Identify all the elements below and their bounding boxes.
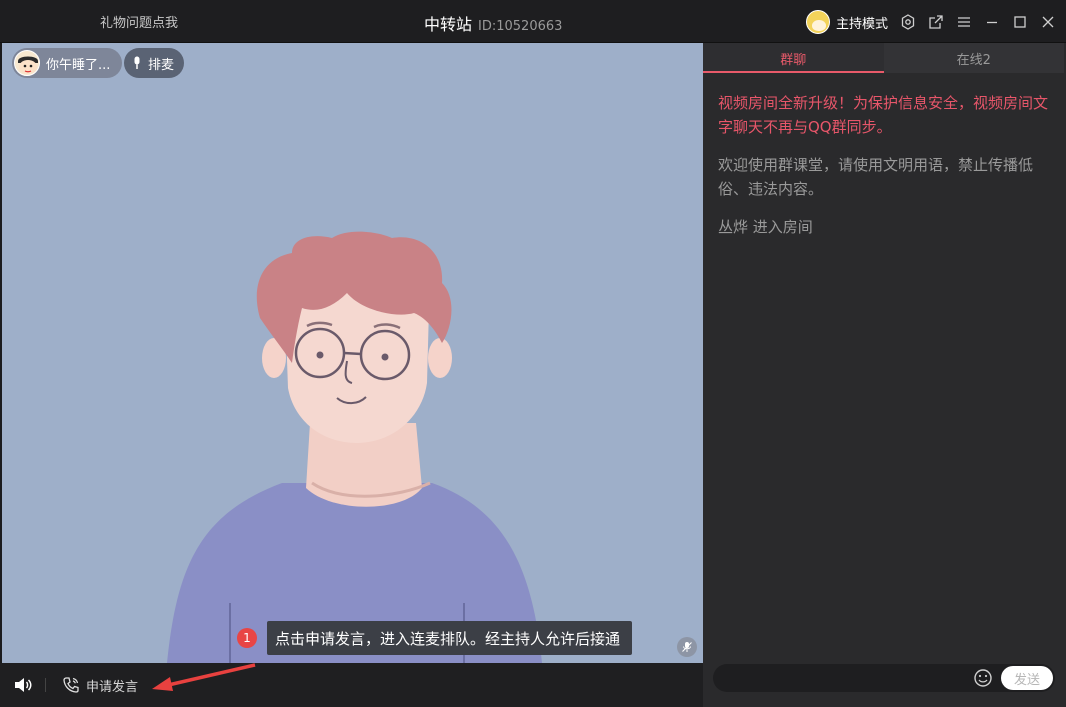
- tooltip-step-badge: 1: [237, 628, 257, 648]
- user-avatar: [14, 50, 40, 76]
- video-stage: 你午睡了... 排麦 1 点击申请发言，进入连麦排队。经主持人允许后接通: [2, 43, 703, 663]
- presenter-illustration: [167, 231, 542, 663]
- send-button[interactable]: 发送: [1001, 666, 1053, 690]
- video-bottom-bar: 申请发言: [0, 663, 703, 707]
- phone-icon: [63, 677, 79, 693]
- chat-message-list: 视频房间全新升级！为保护信息安全，视频房间文字聊天不再与QQ群同步。 欢迎使用群…: [718, 91, 1048, 253]
- room-title: 中转站: [424, 15, 473, 34]
- mic-queue-button[interactable]: 排麦: [124, 48, 185, 78]
- emoji-icon[interactable]: [973, 668, 993, 688]
- current-user-pill[interactable]: 你午睡了...: [12, 48, 123, 78]
- chat-tabs: 群聊 在线2: [703, 43, 1064, 73]
- pointer-arrow-icon: [152, 663, 256, 691]
- welcome-message: 欢迎使用群课堂，请使用文明用语，禁止传播低俗、违法内容。: [718, 156, 1034, 198]
- window-controls: 主持模式: [805, 8, 1056, 36]
- room-id: ID:10520663: [478, 19, 563, 34]
- menu-icon[interactable]: [956, 14, 972, 30]
- apply-speak-label: 申请发言: [86, 679, 139, 695]
- bottom-divider: [45, 678, 46, 692]
- gear-icon[interactable]: [900, 14, 916, 30]
- minimize-icon[interactable]: [984, 14, 1000, 30]
- host-avatar[interactable]: [805, 10, 830, 34]
- host-mode-button[interactable]: 主持模式: [836, 13, 888, 32]
- close-icon[interactable]: [1040, 14, 1056, 30]
- apply-speak-tooltip: 1 点击申请发言，进入连麦排队。经主持人允许后接通: [237, 621, 633, 655]
- tab-online[interactable]: 在线2: [883, 43, 1064, 73]
- tooltip-text: 点击申请发言，进入连麦排队。经主持人允许后接通: [267, 621, 633, 655]
- microphone-icon: [134, 56, 140, 69]
- system-notice-message: 视频房间全新升级！为保护信息安全，视频房间文字聊天不再与QQ群同步。: [718, 94, 1049, 136]
- user-name: 你午睡了...: [46, 57, 111, 73]
- room-title-group: 中转站 ID:10520663: [424, 11, 562, 35]
- gift-help-link[interactable]: 礼物问题点我: [100, 12, 178, 31]
- mic-queue-label: 排麦: [148, 57, 175, 73]
- chat-input-field[interactable]: 发送: [713, 664, 1055, 692]
- tab-group-chat[interactable]: 群聊: [703, 43, 884, 73]
- maximize-icon[interactable]: [1012, 14, 1028, 30]
- chat-panel: 群聊 在线2 视频房间全新升级！为保护信息安全，视频房间文字聊天不再与QQ群同步…: [703, 43, 1066, 707]
- title-bar: 礼物问题点我 中转站 ID:10520663 主持模式: [0, 0, 1066, 43]
- share-icon[interactable]: [928, 14, 944, 30]
- mic-muted-icon: [677, 637, 697, 657]
- join-message: 丛烨 进入房间: [718, 218, 813, 236]
- apply-speak-button[interactable]: 申请发言: [62, 674, 138, 696]
- speaker-icon[interactable]: [13, 675, 33, 695]
